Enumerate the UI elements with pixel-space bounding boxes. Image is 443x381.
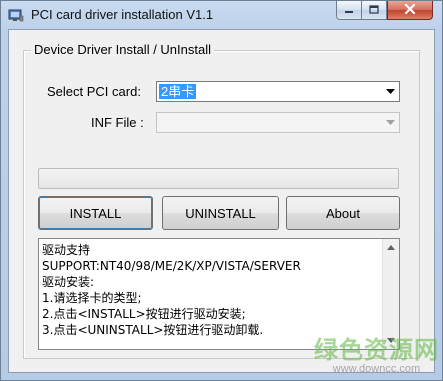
info-textarea[interactable]: 驱动支持 SUPPORT:NT40/98/ME/2K/XP/VISTA/SERVE…: [38, 238, 400, 350]
pc-card-icon: [8, 8, 24, 22]
groupbox-title: Device Driver Install / UnInstall: [31, 42, 214, 57]
maximize-button[interactable]: [361, 1, 387, 20]
info-text: 驱动支持 SUPPORT:NT40/98/ME/2K/XP/VISTA/SERVE…: [42, 242, 379, 338]
scroll-up-arrow-icon[interactable]: [383, 239, 399, 256]
info-line: 驱动支持: [42, 243, 91, 257]
scroll-down-arrow-icon[interactable]: [383, 332, 399, 349]
close-icon: [404, 1, 416, 19]
install-progress-bar: [38, 168, 399, 189]
about-button[interactable]: About: [286, 196, 400, 230]
info-line: SUPPORT:NT40/98/ME/2K/XP/VISTA/SERVER: [42, 259, 301, 273]
title-bar[interactable]: PCI card driver installation V1.1: [1, 1, 442, 29]
window-title: PCI card driver installation V1.1: [31, 7, 214, 22]
info-line: 驱动安装:: [42, 275, 95, 289]
select-pci-dropdown[interactable]: 2串卡: [156, 81, 400, 102]
app-window: PCI card driver installation V1.1 Device…: [0, 0, 443, 381]
chevron-down-icon[interactable]: [383, 83, 398, 100]
minimize-button[interactable]: [336, 1, 362, 20]
info-line: 1.请选择卡的类型;: [42, 291, 142, 305]
inf-file-dropdown[interactable]: [156, 112, 400, 133]
info-line: 2.点击<INSTALL>按钮进行驱动安装;: [42, 307, 246, 321]
minimize-icon: [344, 1, 354, 19]
close-button[interactable]: [387, 1, 433, 20]
uninstall-button[interactable]: UNINSTALL: [162, 196, 279, 230]
info-line: 3.点击<UNINSTALL>按钮进行驱动卸载.: [42, 323, 264, 337]
maximize-icon: [369, 1, 379, 19]
chevron-down-icon: [383, 114, 398, 131]
install-button[interactable]: INSTALL: [38, 196, 153, 230]
select-pci-label: Select PCI card:: [47, 84, 141, 99]
inf-file-label: INF File :: [91, 115, 144, 130]
vertical-scrollbar[interactable]: [382, 239, 399, 349]
select-pci-value: 2串卡: [159, 84, 197, 99]
dialog-client-area: Device Driver Install / UnInstall Select…: [8, 29, 435, 373]
